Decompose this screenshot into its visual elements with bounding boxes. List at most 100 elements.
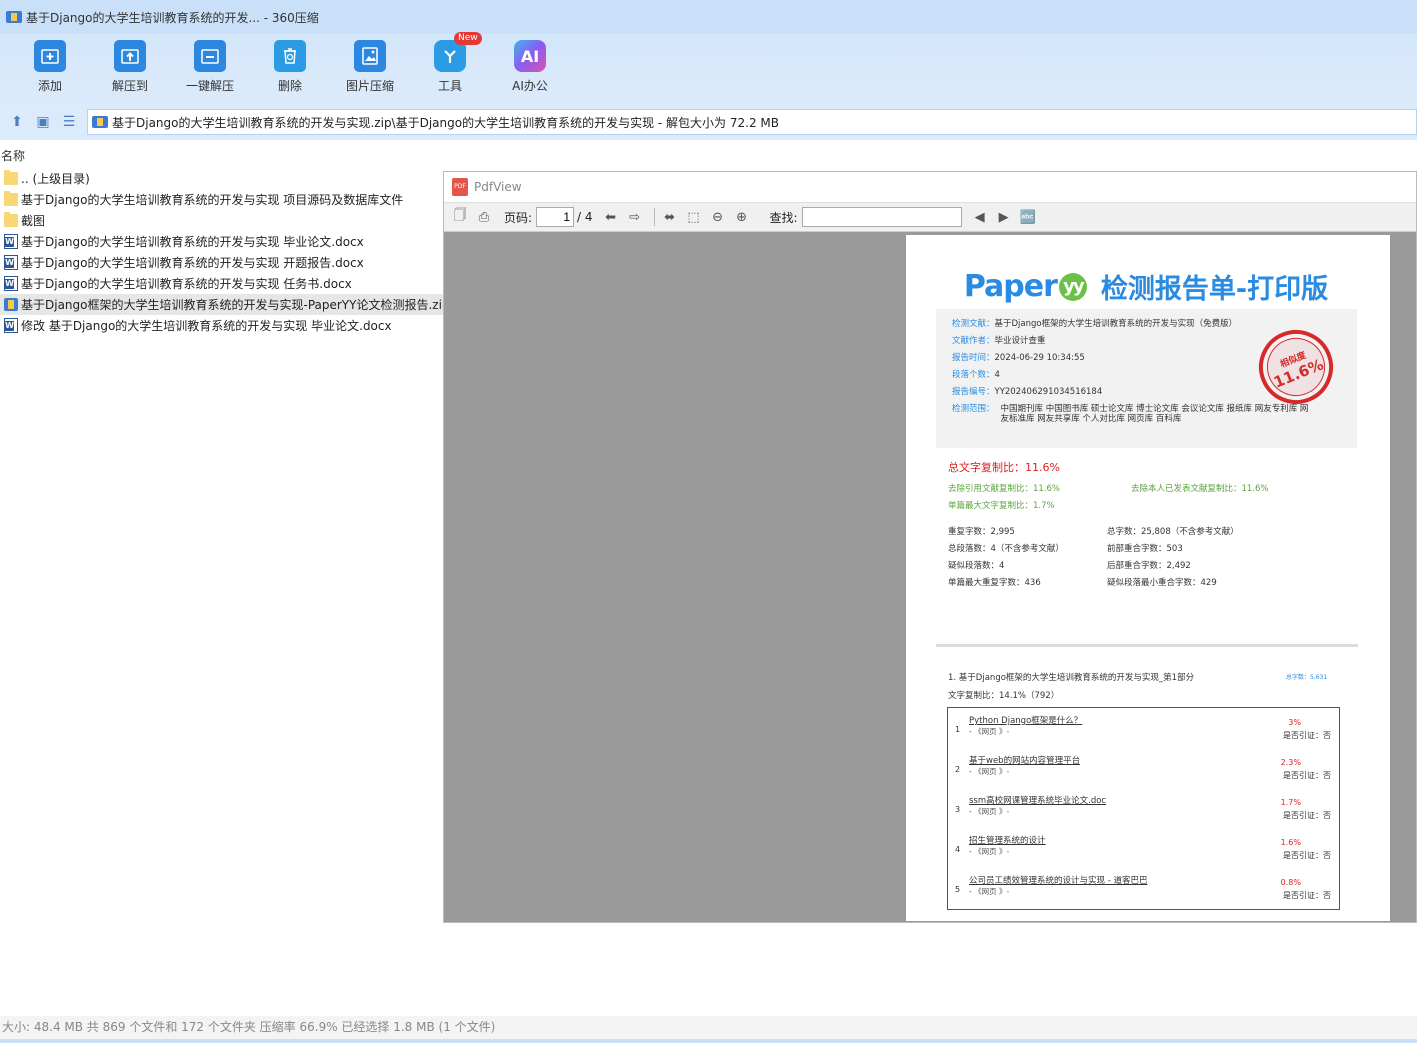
word-document-icon: [4, 318, 18, 333]
next-page-button[interactable]: ⇨: [625, 207, 645, 227]
source-title[interactable]: ssm高校网课管理系统毕业论文.doc: [969, 794, 1106, 806]
source-percent: 1.7%: [1280, 798, 1301, 807]
info-key: 段落个数：: [952, 370, 995, 380]
triangle-left-icon: ◀: [974, 209, 985, 225]
thumbnail-view-button[interactable]: ▣: [30, 109, 56, 135]
table-row: 2 基于web的网站内容管理平台 - 《网页 》- 2.3% 是否引证：否: [948, 750, 1339, 790]
ai-office-button[interactable]: AI AI办公: [490, 34, 570, 104]
extract-to-button[interactable]: 解压到: [90, 34, 170, 104]
page-number-input[interactable]: [536, 207, 575, 227]
folder-icon: [4, 212, 18, 227]
info-line: 检测文献： 基于Django框架的大学生培训教育系统的开发与实现（免费版）: [952, 319, 1252, 329]
add-icon: [34, 40, 66, 72]
list-view-icon: ☰: [62, 114, 76, 130]
arrow-left-icon: ⬅: [605, 209, 616, 225]
similar-sources-table: 1 Python Django框架是什么？ - 《网页 》- 3% 是否引证：否…: [947, 707, 1340, 910]
one-click-extract-button[interactable]: 一键解压: [170, 34, 250, 104]
source-cited: 是否引证：否: [1283, 811, 1331, 820]
print-button[interactable]: ⎙: [474, 207, 494, 227]
status-bar: 大小: 48.4 MB 共 869 个文件和 172 个文件夹 压缩率 66.9…: [0, 1016, 1417, 1039]
source-title[interactable]: Python Django框架是什么？: [969, 714, 1082, 726]
source-percent: 0.8%: [1280, 878, 1301, 887]
delete-label: 删除: [277, 79, 302, 93]
extract-to-icon: [114, 40, 146, 72]
printer-icon: ⎙: [478, 209, 490, 225]
zoom-in-button[interactable]: ⊕: [732, 207, 752, 227]
stat-line: 前部重合字数：503: [1107, 544, 1183, 554]
word-document-icon: [4, 255, 18, 270]
report-title: 检测报告单-打印版: [1100, 273, 1329, 305]
new-badge: New: [454, 32, 482, 45]
image-compress-button[interactable]: 图片压缩: [330, 34, 410, 104]
word-document-icon: [4, 234, 18, 249]
archive-icon: [6, 10, 22, 24]
list-item[interactable]: 截图: [0, 210, 445, 231]
info-value: 2024-06-29 10:34:55: [994, 353, 1085, 363]
tools-button[interactable]: New 工具: [410, 32, 490, 104]
up-directory-button[interactable]: ⬆: [4, 109, 30, 135]
source-title[interactable]: 招生管理系统的设计: [969, 834, 1046, 846]
zip-archive-icon: [4, 298, 18, 311]
fit-page-icon: ⬚: [687, 209, 700, 225]
main-toolbar: 添加 解压到 一键解压 删除 图片压缩 New 工具 AI AI办公: [0, 32, 1417, 104]
source-site: - 《网页 》-: [969, 887, 1010, 896]
window-bottom-edge: [0, 1039, 1417, 1043]
list-item[interactable]: 基于Django的大学生培训教育系统的开发与实现 毕业论文.docx: [0, 231, 445, 252]
zoom-out-icon: ⊖: [712, 209, 723, 225]
exclude-self-ratio: 去除本人已发表文献复制比：11.6%: [1131, 484, 1269, 494]
open-file-button[interactable]: 🗍: [450, 207, 470, 227]
file-name: .. (上级目录): [21, 172, 90, 186]
add-button[interactable]: 添加: [10, 34, 90, 104]
recycle-delete-icon: [274, 40, 306, 72]
stat-line: 单篇最大重复字数：436: [948, 578, 1041, 588]
stats-right: 总字数：25,808（不含参考文献） 前部重合字数：503 后部重合字数：2,4…: [1107, 524, 1239, 592]
list-item[interactable]: 修改 基于Django的大学生培训教育系统的开发与实现 毕业论文.docx: [0, 315, 445, 336]
address-path-field[interactable]: 基于Django的大学生培训教育系统的开发与实现.zip\基于Django的大学…: [87, 109, 1417, 135]
search-input[interactable]: [801, 207, 962, 227]
source-cited: 是否引证：否: [1283, 851, 1331, 860]
info-key: 检测范围：: [952, 404, 995, 414]
pdf-app-icon: PDF: [452, 178, 468, 196]
title-bar: 基于Django的大学生培训教育系统的开发... - 360压缩: [0, 0, 1417, 34]
list-item[interactable]: 基于Django的大学生培训教育系统的开发与实现 开题报告.docx: [0, 252, 445, 273]
info-key: 检测文献：: [952, 319, 995, 329]
source-title[interactable]: 基于web的网站内容管理平台: [969, 754, 1080, 766]
pdf-page: Paper yy 检测报告单-打印版 检测文献： 基于Django框架的大学生培训…: [906, 235, 1390, 921]
list-view-button[interactable]: ☰: [56, 109, 82, 135]
list-item[interactable]: 基于Django的大学生培训教育系统的开发与实现 任务书.docx: [0, 273, 445, 294]
source-percent: 1.6%: [1280, 838, 1301, 847]
file-name: 修改 基于Django的大学生培训教育系统的开发与实现 毕业论文.docx: [21, 319, 392, 333]
source-cited: 是否引证：否: [1283, 771, 1331, 780]
copy-pages-icon: 🗍: [453, 208, 467, 223]
search-previous-button[interactable]: ◀: [970, 207, 990, 227]
fit-width-button[interactable]: ⬌: [660, 207, 680, 227]
source-number: 1: [955, 725, 961, 734]
list-item[interactable]: 基于Django的大学生培训教育系统的开发与实现 项目源码及数据库文件: [0, 189, 445, 210]
info-key: 报告时间：: [952, 353, 995, 363]
stat-line: 重复字数：2,995: [948, 527, 1015, 537]
pdf-viewer-window: PDF PdfView 🗍 ⎙ 页码: / 4 ⬅ ⇨ ⬌ ⬚ ⊖ ⊕ 查找: …: [443, 171, 1417, 923]
stat-line: 疑似段落最小重合字数：429: [1107, 578, 1217, 588]
stat-line: 总字数：25,808（不含参考文献）: [1107, 527, 1239, 537]
list-item-parent-directory[interactable]: .. (上级目录): [0, 168, 445, 189]
list-item-selected[interactable]: 基于Django框架的大学生培训教育系统的开发与实现-PaperYY论文检测报告…: [0, 294, 445, 315]
section-divider: [936, 644, 1358, 647]
pdf-viewer-title: PdfView: [474, 180, 522, 194]
match-case-button[interactable]: 🔤: [1018, 207, 1038, 227]
file-name: 基于Django的大学生培训教育系统的开发与实现 项目源码及数据库文件: [21, 193, 404, 207]
info-value: 基于Django框架的大学生培训教育系统的开发与实现（免费版）: [994, 319, 1238, 329]
fit-page-button[interactable]: ⬚: [684, 207, 704, 227]
max-single-ratio: 单篇最大文字复制比：1.7%: [948, 501, 1055, 511]
previous-page-button[interactable]: ⬅: [601, 207, 621, 227]
part-word-count: 总字数：5,631: [1286, 674, 1328, 681]
add-label: 添加: [37, 79, 62, 93]
search-next-button[interactable]: ▶: [994, 207, 1014, 227]
one-click-extract-label: 一键解压: [185, 79, 234, 93]
source-title[interactable]: 公司员工绩效管理系统的设计与实现 - 道客巴巴: [969, 874, 1147, 886]
paperyy-logo: Paper yy: [964, 269, 1087, 304]
triangle-right-icon: ▶: [998, 209, 1009, 225]
delete-button[interactable]: 删除: [250, 34, 330, 104]
fit-width-icon: ⬌: [664, 209, 675, 225]
zoom-out-button[interactable]: ⊖: [708, 207, 728, 227]
column-header-name[interactable]: 名称: [0, 146, 440, 166]
